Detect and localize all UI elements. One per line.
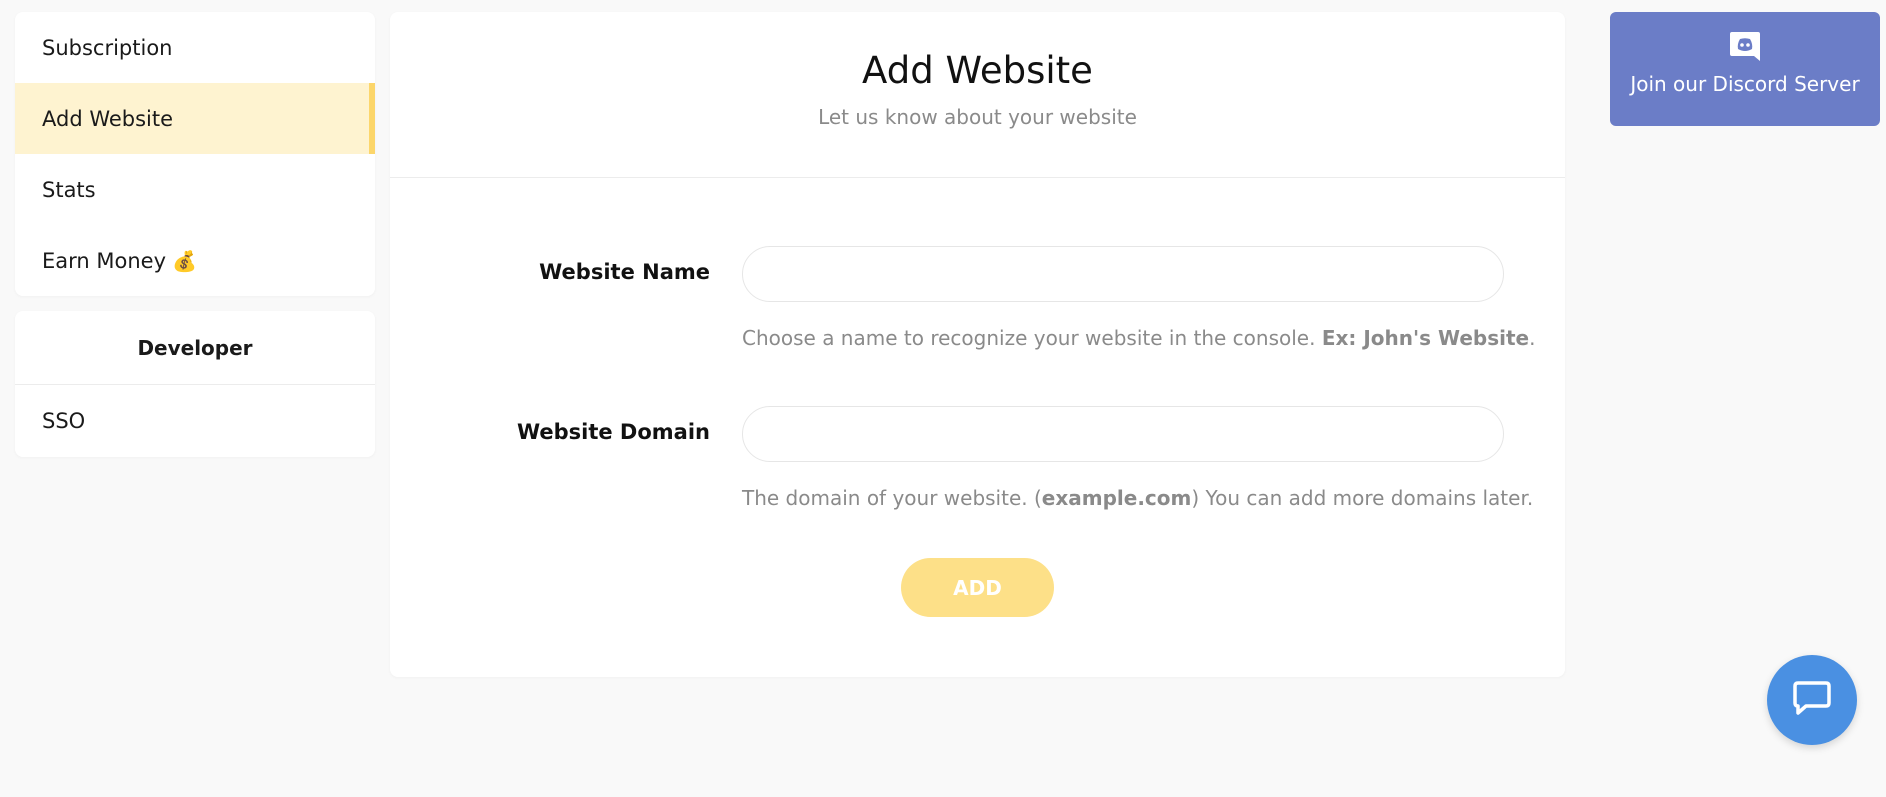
- sidebar-item-stats[interactable]: Stats: [15, 154, 375, 225]
- website-name-help: Choose a name to recognize your website …: [742, 326, 1536, 350]
- developer-nav: Developer SSO: [15, 311, 375, 457]
- discord-button[interactable]: Join our Discord Server: [1610, 12, 1880, 126]
- chat-button[interactable]: [1767, 655, 1857, 745]
- website-domain-help: The domain of your website. (example.com…: [742, 486, 1534, 510]
- sidebar-item-label: Stats: [42, 177, 96, 202]
- money-bag-icon: 💰: [172, 248, 197, 273]
- website-name-label: Website Name: [539, 260, 710, 284]
- sidebar-item-label: Subscription: [42, 35, 173, 60]
- sidebar-item-sso[interactable]: SSO: [15, 385, 375, 457]
- card-header: Add Website Let us know about your websi…: [390, 12, 1565, 178]
- sidebar-item-add-website[interactable]: Add Website: [15, 83, 375, 154]
- sidebar-item-label: SSO: [42, 409, 86, 433]
- discord-label: Join our Discord Server: [1630, 72, 1860, 96]
- page-subtitle: Let us know about your website: [818, 104, 1137, 129]
- sidebar-nav: Subscription Add Website Stats Earn Mone…: [15, 12, 375, 296]
- website-name-input[interactable]: [742, 246, 1504, 302]
- sidebar-item-subscription[interactable]: Subscription: [15, 12, 375, 83]
- sidebar-item-label: Earn Money: [42, 248, 167, 273]
- sidebar-item-label: Add Website: [42, 106, 174, 131]
- discord-icon: [1728, 30, 1762, 66]
- add-website-card: Add Website Let us know about your websi…: [390, 12, 1565, 677]
- add-button[interactable]: ADD: [901, 558, 1054, 617]
- developer-heading: Developer: [15, 311, 375, 385]
- website-domain-label: Website Domain: [516, 420, 710, 444]
- chat-bubble-icon: [1793, 680, 1831, 720]
- website-domain-input[interactable]: [742, 406, 1504, 462]
- page-title: Add Website: [862, 49, 1093, 92]
- sidebar-item-earn-money[interactable]: Earn Money 💰: [15, 225, 375, 296]
